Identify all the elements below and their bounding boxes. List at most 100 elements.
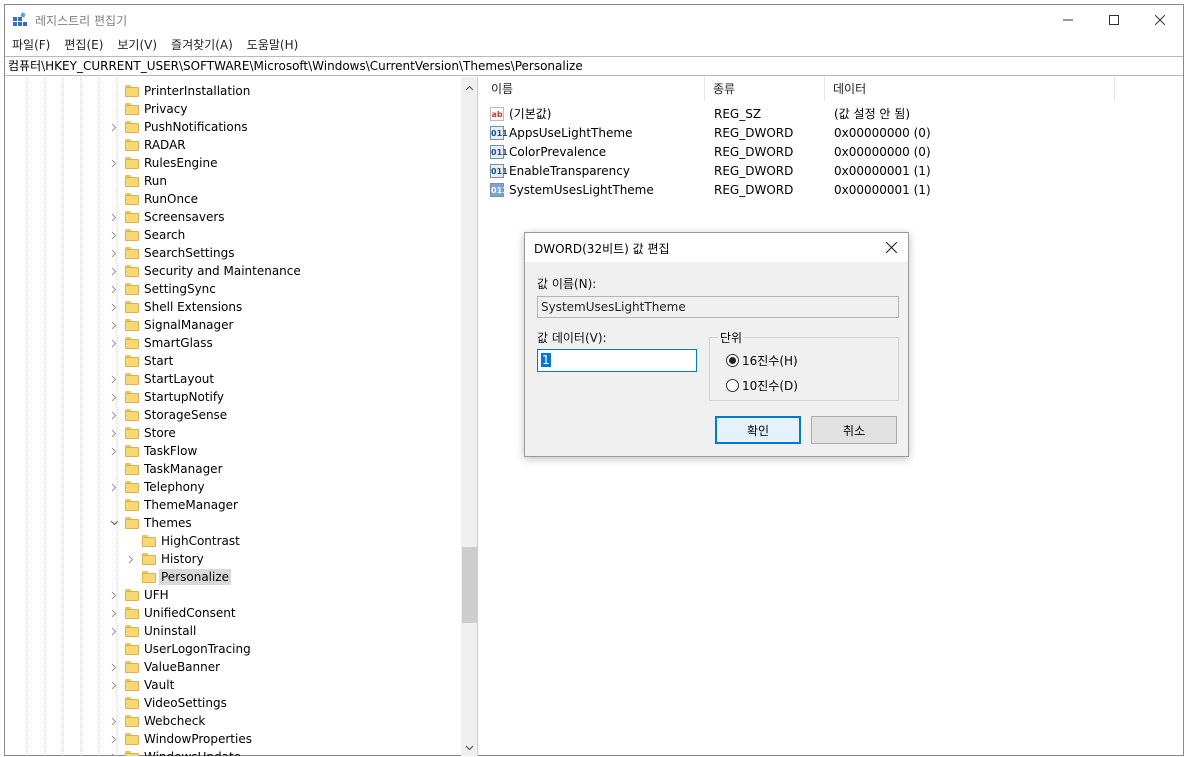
tree-node[interactable]: Uninstall [5, 622, 461, 640]
tree-node[interactable]: SmartGlass [5, 334, 461, 352]
chevron-right-icon[interactable] [109, 730, 119, 748]
chevron-right-icon[interactable] [109, 478, 119, 496]
value-row[interactable]: 011 ColorPrevalence REG_DWORD 0x00000000 (0… [483, 143, 1184, 162]
minimize-button[interactable] [1045, 5, 1091, 35]
tree-node[interactable]: SearchSettings [5, 244, 461, 262]
chevron-right-icon[interactable] [109, 424, 119, 442]
value-data-input[interactable]: 1 [537, 349, 697, 372]
column-header-name[interactable]: 이름 [483, 77, 705, 101]
tree-node-label: HighContrast [161, 534, 240, 548]
chevron-right-icon[interactable] [126, 550, 136, 568]
tree-node[interactable]: ThemeManager [5, 496, 461, 514]
chevron-right-icon[interactable] [109, 154, 119, 172]
tree-node[interactable]: Privacy [5, 100, 461, 118]
menu-edit[interactable]: 편집(E) [57, 35, 110, 55]
column-header-data[interactable]: 데이터 [825, 77, 1115, 101]
tree-node[interactable]: Webcheck [5, 712, 461, 730]
tree-node[interactable]: Start [5, 352, 461, 370]
tree-node[interactable]: VideoSettings [5, 694, 461, 712]
tree-node[interactable]: StartLayout [5, 370, 461, 388]
menu-help[interactable]: 도움말(H) [240, 35, 306, 55]
ok-button[interactable]: 확인 [715, 416, 801, 444]
tree-node[interactable]: Themes [5, 514, 461, 532]
maximize-button[interactable] [1091, 5, 1137, 35]
tree-node[interactable]: UFH [5, 586, 461, 604]
base-group: 단위 16진수(H) 10진수(D) [709, 329, 899, 401]
folder-icon [125, 643, 139, 655]
tree-node[interactable]: StartupNotify [5, 388, 461, 406]
tree-node[interactable]: PrinterInstallation [5, 82, 461, 100]
folder-icon [125, 391, 139, 403]
tree-node[interactable]: PushNotifications [5, 118, 461, 136]
close-button[interactable] [1137, 5, 1183, 35]
chevron-right-icon[interactable] [109, 406, 119, 424]
tree-node[interactable]: HighContrast [5, 532, 461, 550]
column-header-type[interactable]: 종류 [705, 77, 825, 101]
tree-node-label: Vault [144, 678, 175, 692]
chevron-right-icon[interactable] [109, 442, 119, 460]
tree-node-label: RulesEngine [144, 156, 218, 170]
tree-node[interactable]: SettingSync [5, 280, 461, 298]
value-row[interactable]: 011 SystemUsesLightTheme REG_DWORD 0x000000… [483, 181, 1184, 200]
chevron-right-icon[interactable] [109, 586, 119, 604]
folder-icon [125, 283, 139, 295]
menu-view[interactable]: 보기(V) [110, 35, 164, 55]
value-row[interactable]: ab (기본값) REG_SZ (값 설정 안 됨) [483, 105, 1184, 124]
menu-file[interactable]: 파일(F) [5, 35, 57, 55]
cancel-button[interactable]: 취소 [811, 416, 897, 444]
chevron-right-icon[interactable] [109, 370, 119, 388]
folder-icon [125, 427, 139, 439]
chevron-right-icon[interactable] [109, 622, 119, 640]
chevron-right-icon[interactable] [109, 262, 119, 280]
chevron-right-icon[interactable] [109, 712, 119, 730]
tree-node[interactable]: TaskFlow [5, 442, 461, 460]
tree-node[interactable]: StorageSense [5, 406, 461, 424]
chevron-right-icon[interactable] [109, 208, 119, 226]
tree-scrollbar[interactable] [461, 77, 477, 756]
tree-node[interactable]: RADAR [5, 136, 461, 154]
tree-node[interactable]: WindowProperties [5, 730, 461, 748]
chevron-right-icon[interactable] [109, 388, 119, 406]
tree-node[interactable]: Vault [5, 676, 461, 694]
scroll-down-arrow-icon[interactable] [461, 739, 477, 756]
radio-decimal[interactable]: 10진수(D) [726, 377, 798, 394]
tree-node[interactable]: Telephony [5, 478, 461, 496]
tree-node[interactable]: ValueBanner [5, 658, 461, 676]
tree-node-label: RADAR [144, 138, 186, 152]
tree-node[interactable]: History [5, 550, 461, 568]
scroll-thumb[interactable] [462, 547, 477, 623]
chevron-right-icon[interactable] [109, 298, 119, 316]
chevron-right-icon[interactable] [109, 280, 119, 298]
value-row[interactable]: 011 EnableTransparency REG_DWORD 0x00000001… [483, 162, 1184, 181]
tree-node[interactable]: Search [5, 226, 461, 244]
tree-node[interactable]: Screensavers [5, 208, 461, 226]
tree-node[interactable]: Personalize [5, 568, 461, 586]
chevron-right-icon[interactable] [109, 604, 119, 622]
tree-node[interactable]: UnifiedConsent [5, 604, 461, 622]
chevron-right-icon[interactable] [109, 118, 119, 136]
chevron-right-icon[interactable] [109, 676, 119, 694]
tree-node[interactable]: UserLogonTracing [5, 640, 461, 658]
chevron-right-icon[interactable] [109, 226, 119, 244]
tree-node[interactable]: Store [5, 424, 461, 442]
chevron-right-icon[interactable] [109, 334, 119, 352]
chevron-right-icon[interactable] [109, 316, 119, 334]
value-row[interactable]: 011 AppsUseLightTheme REG_DWORD 0x00000000 … [483, 124, 1184, 143]
tree-node[interactable]: RunOnce [5, 190, 461, 208]
chevron-right-icon[interactable] [109, 244, 119, 262]
chevron-right-icon[interactable] [109, 658, 119, 676]
address-bar[interactable]: 컴퓨터\HKEY_CURRENT_USER\SOFTWARE\Microsoft… [5, 56, 1183, 76]
menu-favorites[interactable]: 즐겨찾기(A) [164, 35, 240, 55]
tree-node[interactable]: TaskManager [5, 460, 461, 478]
scroll-up-arrow-icon[interactable] [461, 79, 477, 96]
dialog-close-button[interactable] [880, 236, 902, 258]
radio-hexadecimal[interactable]: 16진수(H) [726, 352, 798, 369]
tree-node[interactable]: SignalManager [5, 316, 461, 334]
tree-node[interactable]: RulesEngine [5, 154, 461, 172]
chevron-right-icon[interactable] [109, 748, 119, 756]
tree-node[interactable]: Run [5, 172, 461, 190]
tree-node[interactable]: WindowsUpdate [5, 748, 461, 756]
chevron-down-icon[interactable] [109, 514, 119, 532]
tree-node[interactable]: Shell Extensions [5, 298, 461, 316]
tree-node[interactable]: Security and Maintenance [5, 262, 461, 280]
